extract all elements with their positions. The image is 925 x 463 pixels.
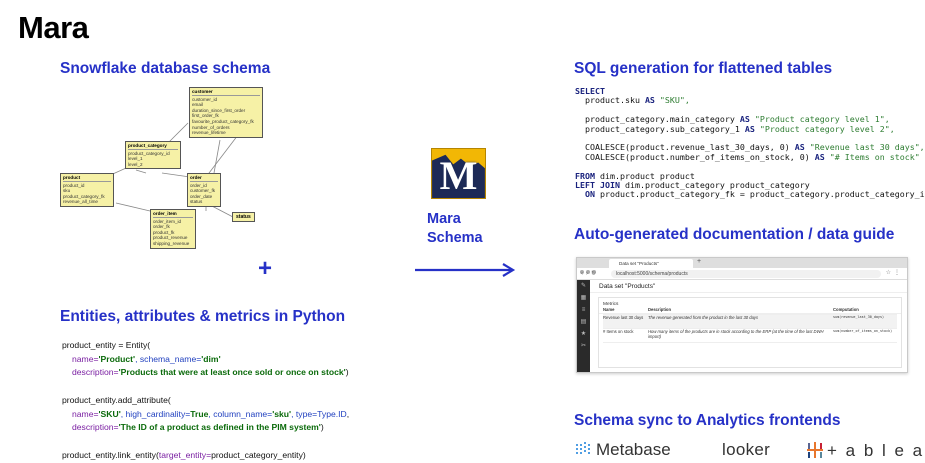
code-line: product_entity.link_entity(target_entity… — [62, 449, 306, 460]
er-field: level_2 — [128, 161, 143, 167]
tableau-logo: + a b l e a u — [805, 440, 925, 461]
code-line: name='SKU', high_cardinality=True, colum… — [72, 408, 350, 419]
section-title-sync: Schema sync to Analytics frontends — [574, 412, 841, 429]
mara-logo-letter: M — [439, 153, 478, 198]
er-field: revenue_all_time — [63, 199, 98, 205]
er-entity-status: status — [232, 212, 255, 222]
code-line: name='Product', schema_name='dim' — [72, 353, 221, 364]
mara-logo-icon: M — [431, 148, 486, 199]
er-field: status — [190, 199, 203, 205]
page-title: Mara — [18, 10, 89, 45]
list-icon[interactable]: ≡ — [577, 304, 590, 316]
metrics-table: Name Description Computation Revenue las… — [603, 307, 897, 343]
er-entity-order: order order_id customer_fk order_date statu… — [187, 173, 221, 207]
browser-url-bar: ‹›↻ localhost:5000/schema/products ☆⋮ — [577, 268, 907, 280]
er-field: favourite_product_category_fk — [192, 118, 254, 124]
table-row: Revenue last 30 days The revenue generat… — [603, 315, 897, 329]
er-entity-order-item: order_item order_item_id order_fk product_… — [150, 209, 196, 249]
er-field: customer_fk — [190, 188, 216, 194]
er-field: revenue_lifetime — [192, 130, 226, 136]
section-title-sql: SQL generation for flattened tables — [574, 60, 833, 77]
sql-code-block: SELECT product.sku AS "SKU", product_cat… — [575, 86, 925, 200]
browser-tab[interactable]: Data set "Products" — [609, 259, 693, 268]
looker-logo: looker — [722, 440, 771, 459]
er-entity-customer: customer customer_id email duration_since_… — [189, 87, 263, 138]
nav-controls[interactable]: ‹›↻ — [581, 270, 599, 277]
plus-sign: + — [258, 255, 273, 282]
docs-browser-window: Data set "Products" + ‹›↻ localhost:5000… — [576, 257, 908, 373]
section-title-docs: Auto-generated documentation / data guid… — [574, 226, 895, 243]
docs-page-title: Data set "Products" — [590, 280, 907, 293]
section-title-snowflake: Snowflake database schema — [60, 60, 271, 77]
metabase-logo-icon — [576, 442, 594, 456]
code-line: product_entity.add_attribute( — [62, 394, 171, 405]
tool-icon[interactable]: ✂ — [577, 340, 590, 352]
er-entity-product-category: product_category product_category_id leve… — [125, 141, 181, 170]
python-code-block: product_entity = Entity( name='Product', … — [62, 339, 349, 462]
docs-app: ✎ ▦ ≡ ▤ ★ ✂ Data set "Products" Metrics … — [577, 280, 907, 372]
browser-tab-bar: Data set "Products" + — [577, 258, 907, 274]
code-line: description='Products that were at least… — [72, 367, 349, 378]
arrow-right-icon — [415, 263, 516, 277]
code-line: description='The ID of a product as defi… — [72, 422, 324, 433]
browser-menu-icon[interactable]: ☆⋮ — [886, 269, 903, 276]
table-icon[interactable]: ▤ — [577, 316, 590, 328]
tableau-logo-icon — [805, 440, 825, 460]
section-title-entities: Entities, attributes & metrics in Python — [60, 308, 346, 325]
url-input[interactable]: localhost:5000/schema/products — [611, 270, 881, 278]
wrench-icon[interactable]: ✎ — [577, 280, 590, 292]
docs-sidebar: ✎ ▦ ≡ ▤ ★ ✂ — [577, 280, 590, 372]
er-diagram: customer customer_id email duration_since_… — [58, 85, 268, 250]
new-tab-button[interactable]: + — [697, 258, 701, 265]
code-line: product_entity = Entity( — [62, 340, 151, 350]
star-icon[interactable]: ★ — [577, 328, 590, 340]
er-field: shipping_revenue — [153, 240, 190, 246]
mara-schema-label: Mara Schema — [427, 211, 483, 246]
table-header-row: Name Description Computation — [603, 307, 897, 315]
er-entity-product: product product_id sku product_category_fk… — [60, 173, 114, 207]
table-row: # Items on stock How many items of the p… — [603, 329, 897, 343]
grid-icon[interactable]: ▦ — [577, 292, 590, 304]
metabase-logo: Metabase — [576, 440, 671, 460]
